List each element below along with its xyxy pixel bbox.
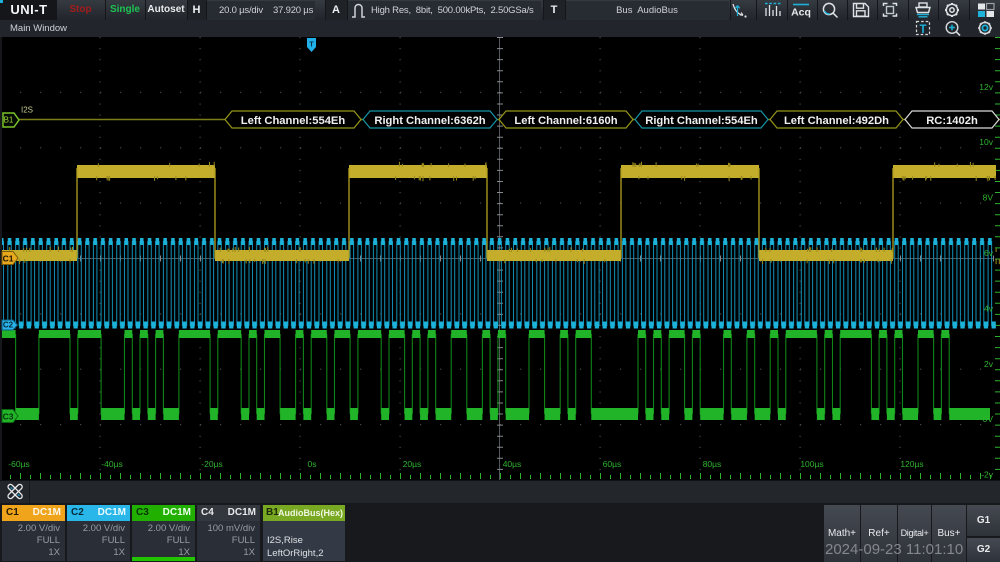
svg-text:8V: 8V	[983, 193, 994, 203]
svg-text:-20µs: -20µs	[201, 459, 222, 469]
svg-text:-40µs: -40µs	[101, 459, 122, 469]
svg-text:-2v: -2v	[981, 470, 994, 480]
svg-text:Right Channel:554Eh: Right Channel:554Eh	[645, 115, 758, 127]
svg-text:I2S: I2S	[21, 106, 33, 115]
svg-text:Left Channel:554Eh: Left Channel:554Eh	[241, 115, 346, 127]
svg-text:2v: 2v	[984, 359, 994, 369]
svg-text:10v: 10v	[979, 137, 993, 147]
svg-text:Left Channel:492Dh: Left Channel:492Dh	[784, 115, 889, 127]
svg-text:0V: 0V	[983, 414, 994, 424]
svg-text:-60µs: -60µs	[8, 459, 29, 469]
svg-text:C3: C3	[3, 412, 14, 422]
svg-text:120µs: 120µs	[900, 459, 923, 469]
svg-text:0s: 0s	[308, 459, 317, 469]
svg-text:12v: 12v	[979, 82, 993, 92]
svg-text:20µs: 20µs	[403, 459, 422, 469]
svg-text:40µs: 40µs	[503, 459, 522, 469]
svg-text:Left Channel:6160h: Left Channel:6160h	[514, 115, 617, 127]
svg-text:4v: 4v	[984, 303, 994, 313]
svg-text:C1: C1	[3, 254, 14, 264]
svg-text:6v: 6v	[984, 248, 994, 258]
svg-text:60µs: 60µs	[603, 459, 622, 469]
svg-text:80µs: 80µs	[703, 459, 722, 469]
svg-text:T: T	[919, 24, 926, 36]
svg-text:Right Channel:6362h: Right Channel:6362h	[374, 115, 485, 127]
svg-text:100µs: 100µs	[800, 459, 823, 469]
svg-text:B1: B1	[4, 116, 14, 125]
svg-text:C2: C2	[3, 321, 14, 330]
svg-text:T: T	[309, 42, 314, 49]
svg-text:RC:1402h: RC:1402h	[926, 115, 978, 127]
svg-text:Acq: Acq	[791, 7, 811, 19]
